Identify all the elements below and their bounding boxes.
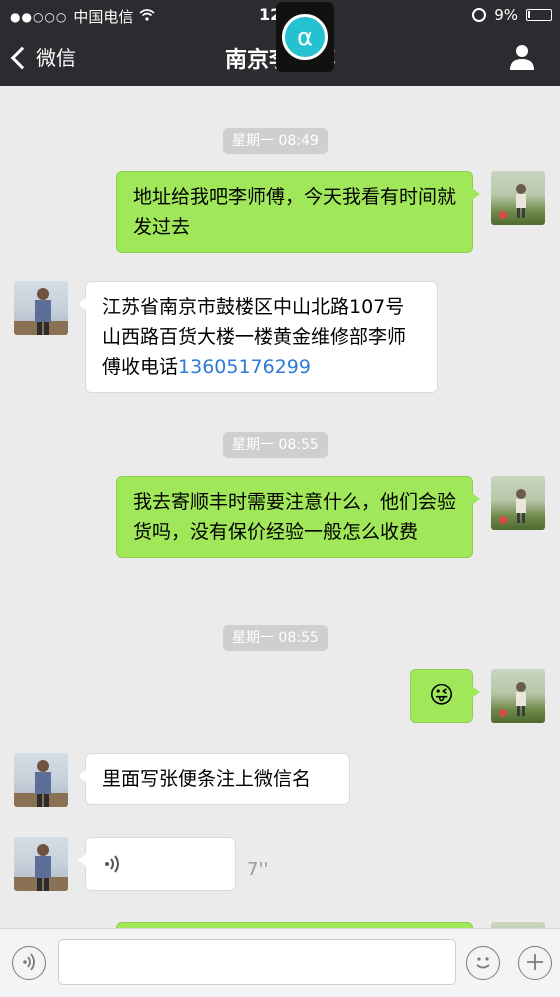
carrier-info: ●●○○○ 中国电信 bbox=[10, 6, 155, 27]
emoji-message[interactable]: 😜 bbox=[410, 669, 480, 723]
timestamp: 星期一 08:55 bbox=[223, 432, 328, 458]
avatar-self[interactable] bbox=[491, 669, 545, 723]
voice-duration: 7'' bbox=[247, 859, 269, 880]
carrier-name: 中国电信 bbox=[73, 8, 134, 26]
contact-info-button[interactable] bbox=[510, 44, 534, 70]
emoji-button[interactable] bbox=[466, 946, 500, 980]
battery-icon bbox=[526, 9, 552, 21]
user-profile-icon bbox=[510, 45, 534, 70]
avatar-contact[interactable] bbox=[14, 837, 68, 891]
voice-wave-icon bbox=[104, 854, 120, 884]
message-bubble-sent[interactable]: 我去寄顺丰时需要注意什么，他们会验货吗，没有保价经验一般怎么收费 bbox=[116, 476, 480, 558]
emoji-icon bbox=[476, 957, 490, 969]
voice-mode-button[interactable] bbox=[12, 946, 46, 980]
top-bar: ●●○○○ 中国电信 12:03 9% 微信 南京李师傅 α bbox=[0, 0, 560, 86]
more-button[interactable] bbox=[518, 946, 552, 980]
phone-link[interactable]: 13605176299 bbox=[178, 356, 311, 378]
plus-icon bbox=[527, 954, 543, 970]
signal-strength-icon: ●●○○○ bbox=[10, 9, 68, 24]
battery-percent: 9% bbox=[494, 6, 518, 24]
message-bubble-received[interactable]: 江苏省南京市鼓楼区中山北路107号山西路百货大楼一楼黄金维修部李师傅收电话136… bbox=[78, 281, 438, 393]
message-bubble-sent[interactable]: 地址给我吧李师傅，今天我看有时间就发过去 bbox=[116, 171, 480, 253]
input-bar bbox=[0, 928, 560, 997]
floating-app-badge[interactable]: α bbox=[276, 2, 334, 72]
alpha-icon: α bbox=[282, 14, 328, 60]
avatar-contact[interactable] bbox=[14, 753, 68, 807]
wifi-icon bbox=[139, 8, 155, 25]
message-input[interactable] bbox=[58, 939, 456, 985]
rotation-lock-icon bbox=[472, 8, 487, 22]
battery-level bbox=[528, 11, 530, 18]
timestamp: 星期一 08:49 bbox=[223, 128, 328, 154]
avatar-self[interactable] bbox=[491, 476, 545, 530]
voice-message[interactable] bbox=[78, 837, 236, 891]
chat-area[interactable]: 星期一 08:49 地址给我吧李师傅，今天我看有时间就发过去 江苏省南京市鼓楼区… bbox=[0, 86, 560, 928]
timestamp: 星期一 08:55 bbox=[223, 625, 328, 651]
avatar-contact[interactable] bbox=[14, 281, 68, 335]
message-bubble-received[interactable]: 里面写张便条注上微信名 bbox=[78, 753, 350, 805]
status-right: 9% bbox=[472, 6, 552, 24]
avatar-self[interactable] bbox=[491, 171, 545, 225]
voice-mode-icon bbox=[23, 953, 35, 971]
